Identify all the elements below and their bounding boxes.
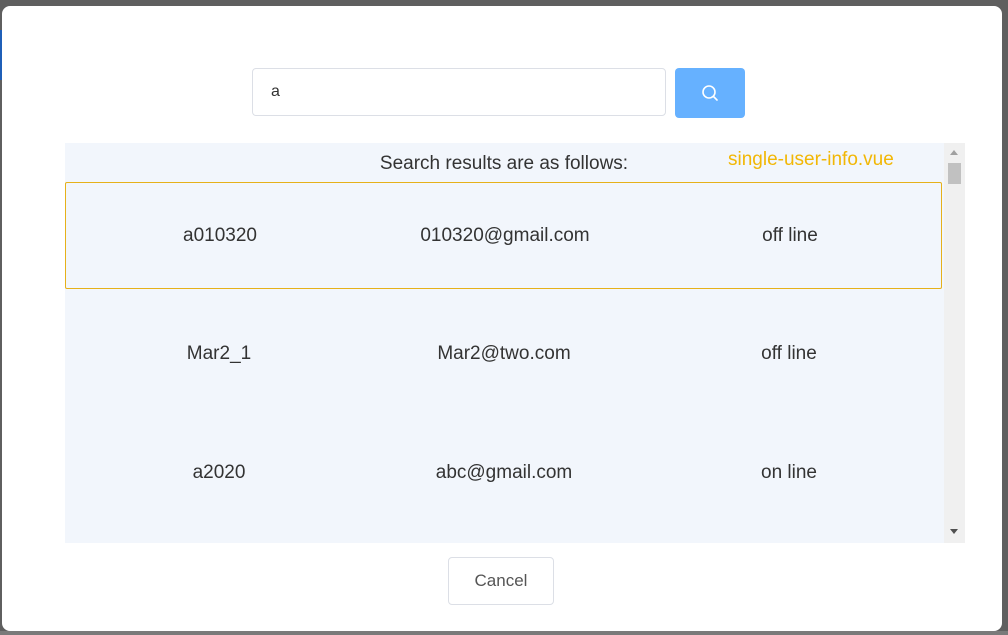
result-username: a010320 [183, 224, 257, 246]
result-username: Mar2_1 [186, 342, 252, 364]
background-window-bottom [0, 631, 1008, 635]
search-button[interactable] [675, 68, 745, 118]
result-status: off line [762, 224, 818, 246]
search-input-value: a [271, 83, 280, 100]
component-file-tag: single-user-info.vue [728, 149, 894, 170]
scroll-up-arrow-icon[interactable] [950, 150, 958, 155]
results-scrollbar[interactable] [944, 143, 965, 543]
result-status: off line [761, 342, 817, 364]
search-user-dialog: a Search results are as follows: single-… [2, 6, 1002, 631]
result-email: 010320@gmail.com [420, 224, 590, 246]
search-input[interactable]: a [252, 68, 666, 116]
result-row[interactable]: a2020 abc@gmail.com on line [65, 419, 942, 526]
result-email: Mar2@two.com [437, 342, 571, 364]
result-row[interactable]: Mar2_1 Mar2@two.com off line [65, 300, 942, 407]
cancel-button[interactable]: Cancel [448, 557, 554, 605]
result-status: on line [761, 461, 817, 483]
result-email: abc@gmail.com [435, 461, 573, 483]
search-results-panel: Search results are as follows: single-us… [65, 143, 965, 543]
result-username: a2020 [192, 461, 246, 483]
scroll-thumb[interactable] [948, 163, 961, 184]
result-row[interactable]: a010320 010320@gmail.com off line [65, 182, 942, 289]
scroll-down-arrow-icon[interactable] [950, 529, 958, 534]
search-icon [702, 85, 718, 101]
